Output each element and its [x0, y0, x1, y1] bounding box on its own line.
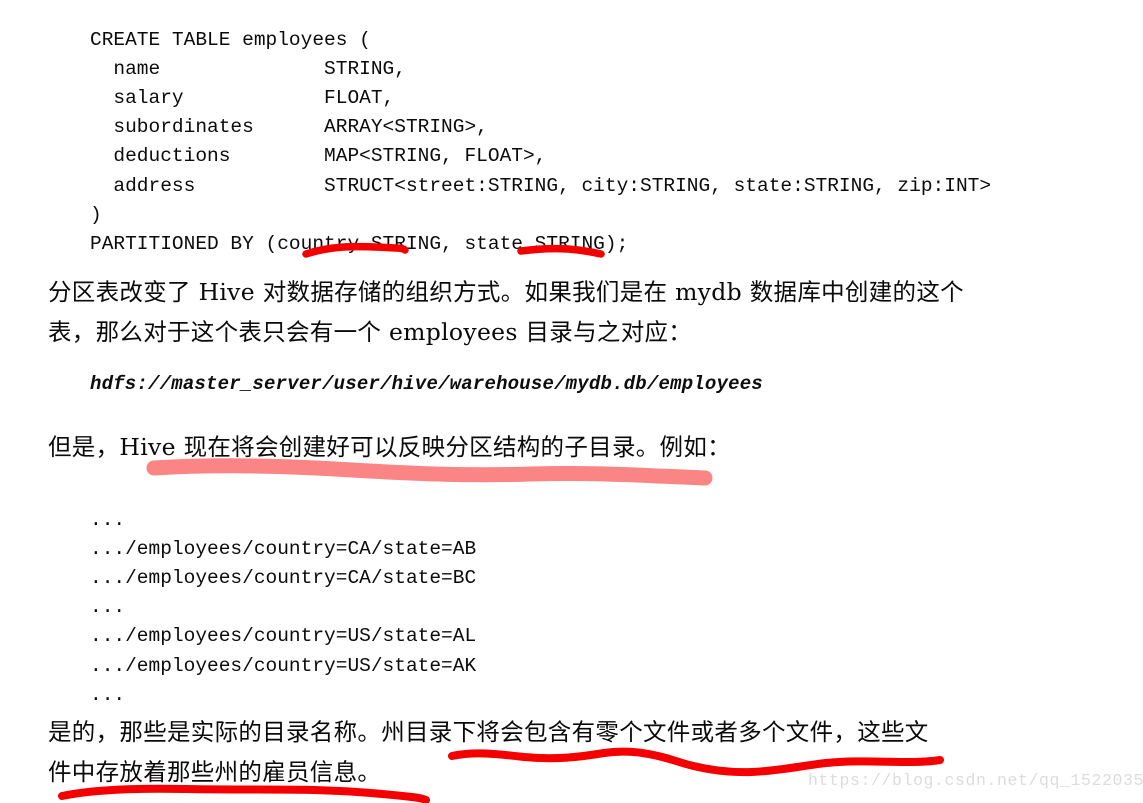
- partition-directory-listing: ... .../employees/country=CA/state=AB ..…: [90, 508, 477, 706]
- hdfs-warehouse-path: hdfs://master_server/user/hive/warehouse…: [90, 373, 763, 395]
- hive-create-table-code-block: CREATE TABLE employees ( name STRING, sa…: [90, 28, 992, 255]
- csdn-blog-watermark: https://blog.csdn.net/qq_15220357: [808, 771, 1143, 790]
- highlight-subdirectory-icon: [146, 458, 713, 486]
- paragraph-partition-intro: 分区表改变了 Hive 对数据存储的组织方式。如果我们是在 mydb 数据库中创…: [48, 278, 964, 346]
- document-page: CREATE TABLE employees ( name STRING, sa…: [0, 0, 1143, 803]
- paragraph-subdirectory-note: 但是，Hive 现在将会创建好可以反映分区结构的子目录。例如：: [48, 433, 731, 461]
